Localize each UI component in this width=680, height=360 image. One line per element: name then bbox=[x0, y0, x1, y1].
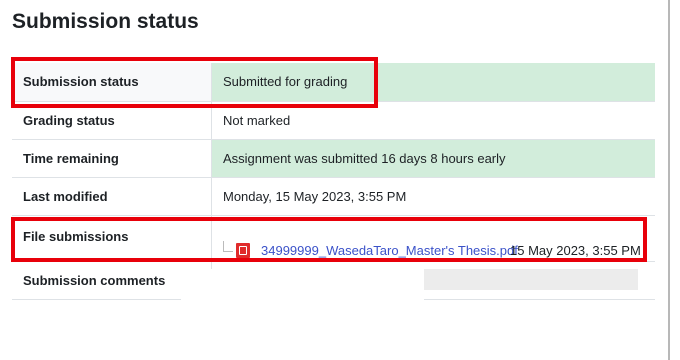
row-label-time-remaining: Time remaining bbox=[12, 139, 212, 177]
table-row-grading-status: Grading status Not marked bbox=[12, 101, 655, 139]
row-value-time-remaining: Assignment was submitted 16 days 8 hours… bbox=[211, 139, 655, 177]
table-row-file-submissions: File submissions 34999999_WasedaTaro_Mas… bbox=[12, 215, 656, 302]
row-value-file-submissions: 34999999_WasedaTaro_Master's Thesis.pdf … bbox=[181, 215, 656, 302]
row-value-submission-status: Submitted for grading bbox=[211, 63, 655, 101]
file-link[interactable]: 34999999_WasedaTaro_Master's Thesis.pdf bbox=[261, 243, 518, 258]
table-row-submission-status: Submission status Submitted for grading bbox=[12, 63, 655, 101]
row-label-grading-status: Grading status bbox=[12, 101, 212, 139]
row-value-grading-status: Not marked bbox=[223, 112, 291, 128]
table-row-time-remaining: Time remaining Assignment was submitted … bbox=[12, 139, 655, 177]
row-label-file-submissions: File submissions bbox=[12, 215, 212, 261]
file-date: 15 May 2023, 3:55 PM bbox=[510, 242, 641, 258]
row-label-last-modified: Last modified bbox=[12, 177, 212, 215]
obscured-area bbox=[181, 268, 424, 302]
row-value-last-modified: Monday, 15 May 2023, 3:55 PM bbox=[223, 188, 407, 204]
table-row-last-modified: Last modified Monday, 15 May 2023, 3:55 … bbox=[12, 177, 655, 215]
submission-status-table: Submission status Submitted for grading … bbox=[12, 63, 656, 302]
page-title: Submission status bbox=[12, 10, 199, 33]
row-label-submission-status: Submission status bbox=[12, 63, 212, 101]
pdf-file-icon bbox=[236, 242, 250, 258]
file-entry: 34999999_WasedaTaro_Master's Thesis.pdf … bbox=[181, 240, 655, 302]
tree-connector bbox=[223, 240, 233, 252]
